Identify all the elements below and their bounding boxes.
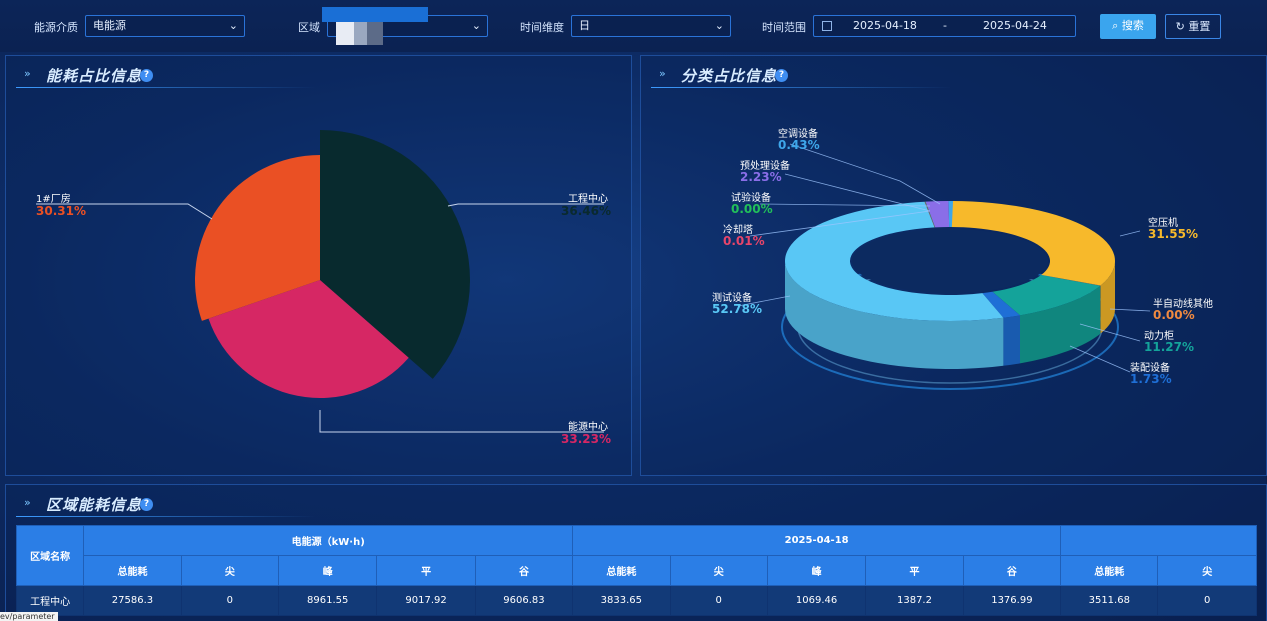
- range-start[interactable]: 2025-04-18: [853, 16, 917, 36]
- table-cell: 3833.65: [572, 585, 671, 616]
- table-cell: 1376.99: [962, 585, 1062, 616]
- title-underline: [16, 516, 316, 517]
- donut-value-cooling: 0.01%: [723, 234, 765, 248]
- donut-value-semiauto: 0.00%: [1153, 308, 1195, 322]
- search-icon: ⌕: [1112, 19, 1119, 32]
- table-cell: 0: [1157, 585, 1257, 616]
- donut-value-assembly: 1.73%: [1130, 372, 1172, 386]
- search-button-label: 搜索: [1121, 19, 1144, 32]
- sub-header: 平: [865, 555, 964, 586]
- pie-label-engineering: 工程中心: [568, 194, 608, 205]
- sub-header: 尖: [180, 555, 280, 586]
- sub-header: 总能耗: [572, 555, 671, 586]
- reset-button-label: 重置: [1188, 20, 1211, 33]
- table-row[interactable]: 工程中心 27586.3 0 8961.55 9017.92 9606.83 3…: [15, 585, 1257, 616]
- sub-header: 谷: [962, 555, 1062, 586]
- category-share-donut: [737, 143, 1151, 390]
- region-name-cell: 工程中心: [15, 585, 85, 616]
- calendar-icon: [822, 21, 832, 31]
- sub-header: 尖: [669, 555, 768, 586]
- reset-button[interactable]: ↻ 重置: [1165, 14, 1221, 39]
- donut-hole: [852, 229, 1048, 293]
- pie-value-energy: 33.23%: [561, 432, 611, 446]
- range-label: 时间范围: [762, 21, 806, 34]
- table-group-header-row: 区域名称 电能源（kW·h) 2025-04-18: [15, 525, 1257, 586]
- help-icon[interactable]: ?: [140, 498, 153, 511]
- donut-value-compressor: 31.55%: [1148, 227, 1198, 241]
- sub-header: 尖: [1157, 555, 1257, 586]
- sub-header: 总能耗: [83, 555, 182, 586]
- leader-line: [1119, 230, 1141, 237]
- table-cell: 1069.46: [766, 585, 867, 616]
- pie-label-plant1: 1#厂房: [36, 194, 71, 205]
- table-cell: 3511.68: [1060, 585, 1159, 616]
- table-cell: 0: [669, 585, 768, 616]
- energy-share-pie: [36, 130, 604, 433]
- refresh-icon: ↻: [1175, 20, 1185, 33]
- chevron-down-icon: ⌄: [714, 19, 724, 32]
- leader-line: [789, 143, 941, 205]
- donut-side[interactable]: [1003, 315, 1021, 366]
- region-energy-title: 区域能耗信息: [46, 496, 143, 514]
- table-cell: 9017.92: [376, 585, 476, 616]
- sub-header: 平: [376, 555, 476, 586]
- region-energy-table: 区域名称 电能源（kW·h) 2025-04-18 总能耗 尖 峰 平 谷 总能…: [15, 525, 1257, 616]
- leader-line: [319, 410, 604, 433]
- leader-line: [1109, 308, 1151, 312]
- donut-value-power: 11.27%: [1144, 340, 1194, 354]
- sub-header: 峰: [766, 555, 867, 586]
- table-sub-header-row: 总能耗 尖 峰 平 谷 总能耗 尖 峰 平 谷 总能耗 尖: [17, 555, 1257, 586]
- sub-header: 谷: [474, 555, 574, 586]
- status-tooltip: ev/parameter: [0, 612, 58, 621]
- date-range-picker[interactable]: 2025-04-18 - 2025-04-24: [813, 15, 1076, 37]
- pie-value-plant1: 30.31%: [36, 204, 86, 218]
- leader-line: [1069, 345, 1131, 373]
- double-chevron-right-icon: »: [24, 496, 31, 509]
- range-end[interactable]: 2025-04-24: [983, 16, 1047, 36]
- group-header: 2025-04-18: [572, 525, 1062, 556]
- range-separator: -: [943, 19, 947, 32]
- pie-value-engineering: 36.46%: [561, 204, 611, 218]
- table-cell: 27586.3: [83, 585, 182, 616]
- donut-value-ac: 0.43%: [778, 138, 820, 152]
- pie-label-energy: 能源中心: [568, 422, 608, 433]
- region-name-header: 区域名称: [15, 525, 85, 586]
- donut-value-test: 52.78%: [712, 302, 762, 316]
- table-cell: 1387.2: [865, 585, 964, 616]
- search-button[interactable]: ⌕ 搜索: [1100, 14, 1156, 39]
- table-cell: 8961.55: [278, 585, 378, 616]
- group-header: [1060, 525, 1257, 556]
- table-cell: 0: [180, 585, 280, 616]
- donut-value-pretreat: 2.23%: [740, 170, 782, 184]
- donut-value-trial: 0.00%: [731, 202, 773, 216]
- sub-header: 峰: [278, 555, 378, 586]
- group-header: 电能源（kW·h): [83, 525, 574, 556]
- sub-header: 总能耗: [1060, 555, 1159, 586]
- region-energy-title-bar: » 区域能耗信息 ?: [16, 491, 316, 517]
- table-cell: 9606.83: [474, 585, 574, 616]
